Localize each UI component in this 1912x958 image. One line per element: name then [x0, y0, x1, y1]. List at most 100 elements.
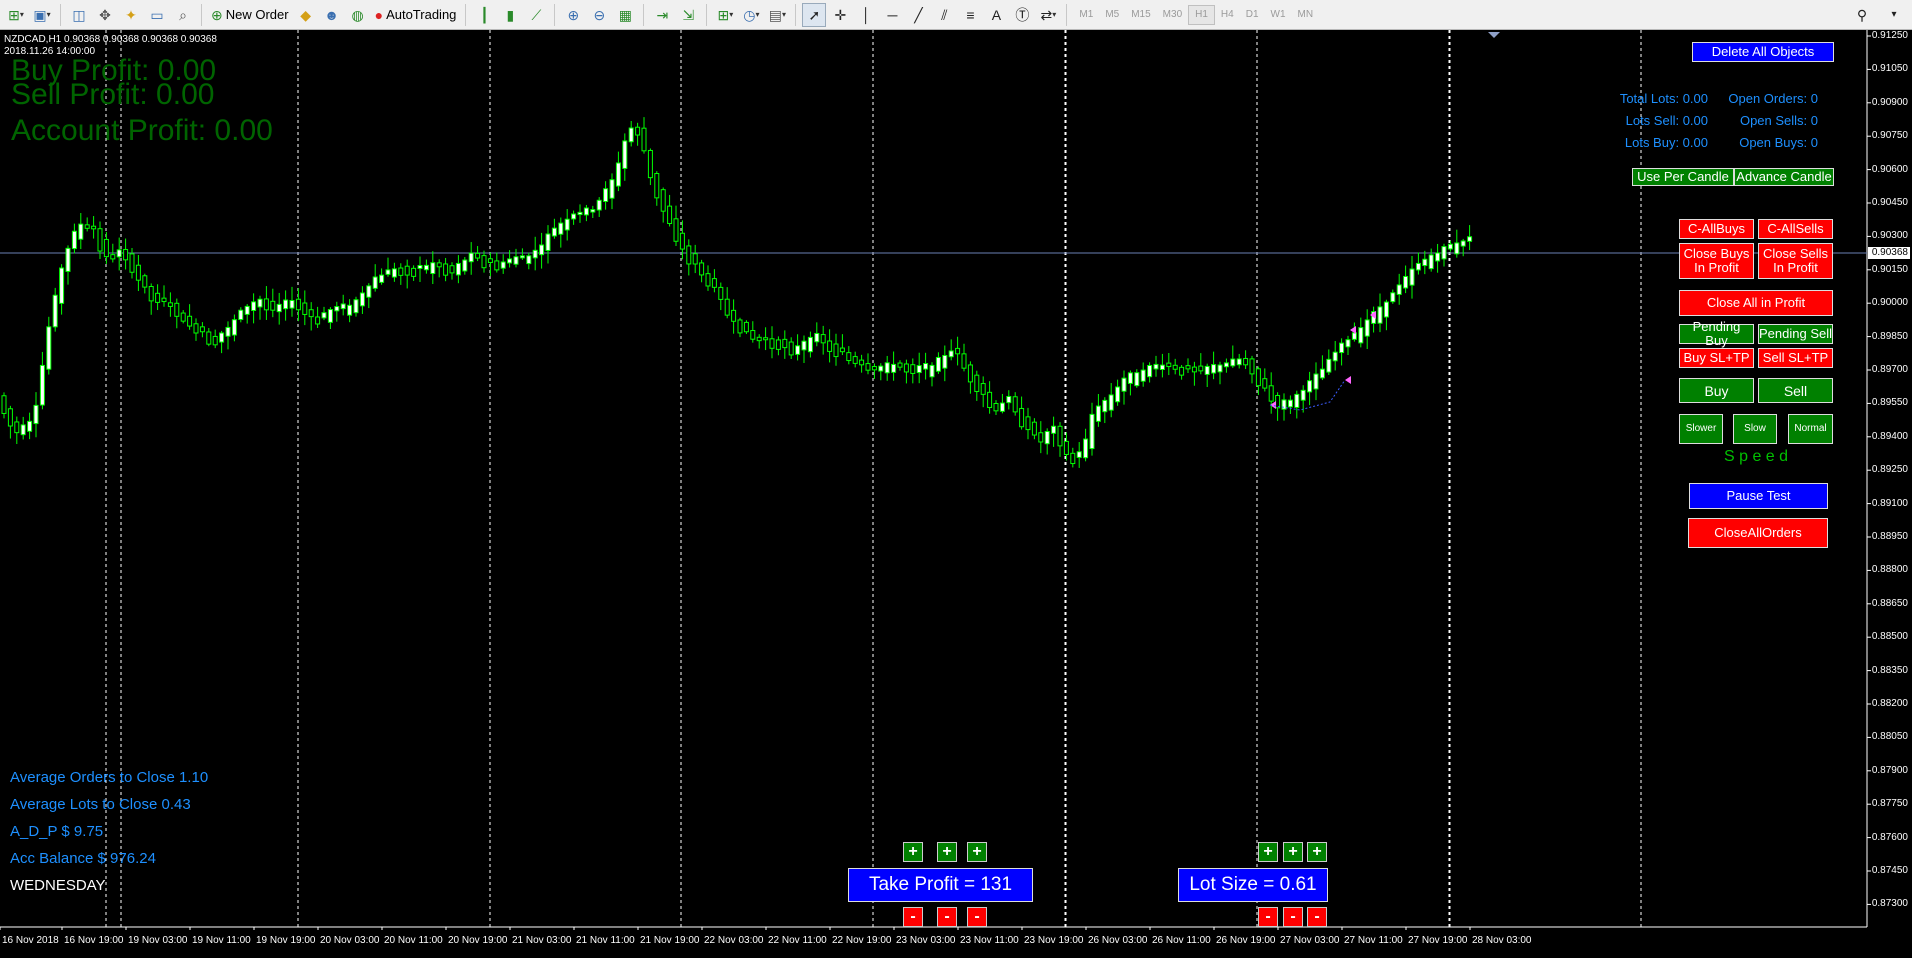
lot-size-minus-button[interactable]: -: [1258, 907, 1278, 927]
chevron-down-icon[interactable]: ▾: [1882, 3, 1906, 27]
take-profit-plus-button[interactable]: +: [967, 842, 987, 862]
timeframe-m30[interactable]: M30: [1157, 5, 1188, 25]
take-profit-minus-button[interactable]: -: [937, 907, 957, 927]
price-chart[interactable]: NZDCAD,H1 0.90368 0.90368 0.90368 0.9036…: [0, 30, 1912, 958]
timeframe-w1[interactable]: W1: [1265, 5, 1292, 25]
total-lots-label: Total Lots: 0.00: [1619, 91, 1708, 106]
speed-slower-button[interactable]: Slower: [1679, 414, 1723, 444]
chart-shift-icon[interactable]: ⇥: [650, 3, 674, 27]
candle-body: [1249, 358, 1255, 375]
lot-size-plus-button[interactable]: +: [1258, 842, 1278, 862]
cursor-icon[interactable]: ➚: [802, 2, 827, 27]
buy-button[interactable]: Buy: [1679, 378, 1754, 403]
fibonacci-icon[interactable]: ≡: [958, 3, 982, 27]
take-profit-minus-button[interactable]: -: [967, 907, 987, 927]
vertical-line-icon[interactable]: │: [854, 3, 878, 27]
sell-button[interactable]: Sell: [1758, 378, 1833, 403]
candle-body: [1051, 425, 1057, 434]
candle-body: [545, 233, 551, 251]
buy-sl-tp-button[interactable]: Buy SL+TP: [1679, 348, 1754, 368]
zoom-in-icon[interactable]: ⊕: [561, 3, 585, 27]
timeframe-m1[interactable]: M1: [1073, 5, 1099, 25]
search-icon[interactable]: ⚲: [1850, 3, 1874, 27]
candle-body: [398, 267, 404, 276]
crosshair-icon[interactable]: ✛: [828, 3, 852, 27]
lot-size-plus-button[interactable]: +: [1283, 842, 1303, 862]
candlestick-chart[interactable]: [0, 30, 1912, 958]
time-axis-label: 21 Nov 03:00: [512, 935, 572, 946]
new-order-button[interactable]: ⊕ New Order: [208, 3, 292, 27]
close-all-buys-button[interactable]: C-AllBuys: [1679, 219, 1754, 239]
timeframe-m15[interactable]: M15: [1125, 5, 1156, 25]
close-buys-in-profit-button[interactable]: Close Buys In Profit: [1679, 243, 1754, 279]
timeframe-h1[interactable]: H1: [1188, 4, 1215, 25]
new-chart-icon[interactable]: ⊞ ▾: [4, 3, 28, 27]
trendline-icon[interactable]: ╱: [906, 3, 930, 27]
zoom-out-icon[interactable]: ⊖: [587, 3, 611, 27]
tile-windows-icon[interactable]: ▦: [613, 3, 637, 27]
take-profit-plus-button[interactable]: +: [903, 842, 923, 862]
timeframe-m5[interactable]: M5: [1099, 5, 1125, 25]
market-icon[interactable]: ◍: [346, 3, 370, 27]
pending-buy-button[interactable]: Pending Buy: [1679, 320, 1754, 348]
pending-sell-button[interactable]: Pending Sell: [1758, 324, 1833, 344]
delete-all-objects-button[interactable]: Delete All Objects: [1692, 42, 1834, 62]
terminal-icon[interactable]: ▭: [145, 3, 169, 27]
price-axis-label: 0.87750: [1871, 798, 1908, 810]
candle-body: [1441, 246, 1447, 260]
pause-test-button[interactable]: Pause Test: [1689, 483, 1828, 509]
candle-body: [1294, 393, 1300, 408]
navigator-icon[interactable]: ✦: [119, 3, 143, 27]
candle-body: [1332, 351, 1338, 362]
candle-body: [955, 347, 961, 355]
candle-body: [865, 363, 871, 371]
text-icon[interactable]: A: [984, 3, 1008, 27]
equidistant-channel-icon[interactable]: ⫽: [932, 3, 956, 27]
lot-size-minus-button[interactable]: -: [1307, 907, 1327, 927]
timeframe-d1[interactable]: D1: [1240, 5, 1265, 25]
account-profit-label: Account Profit: 0.00: [11, 114, 273, 147]
speed-normal-button[interactable]: Normal: [1788, 414, 1833, 444]
strategy-tester-icon[interactable]: ⌕: [171, 3, 195, 27]
indicators-icon[interactable]: ⊞ ▾: [713, 3, 737, 27]
price-axis-label: 0.90150: [1871, 263, 1908, 275]
candle-body: [1185, 365, 1191, 370]
close-all-orders-button[interactable]: CloseAllOrders: [1688, 518, 1828, 548]
lot-size-plus-button[interactable]: +: [1307, 842, 1327, 862]
candle-body: [935, 356, 941, 372]
profiles-icon[interactable]: ▣ ▾: [30, 3, 54, 27]
toolbar-separator: [465, 3, 467, 26]
horizontal-line-icon[interactable]: ─: [880, 3, 904, 27]
candle-body: [1025, 416, 1031, 431]
speed-slow-button[interactable]: Slow: [1733, 414, 1777, 444]
signals-icon[interactable]: ☻: [320, 3, 344, 27]
autoscroll-icon[interactable]: ⇲: [676, 3, 700, 27]
candle-body: [1031, 421, 1037, 436]
candle-body: [20, 424, 26, 436]
close-all-sells-button[interactable]: C-AllSells: [1758, 219, 1833, 239]
periods-icon[interactable]: ◷ ▾: [739, 3, 763, 27]
candlesticks-icon[interactable]: ▮: [498, 3, 522, 27]
line-chart-icon[interactable]: ⟋: [524, 3, 548, 27]
text-label-icon[interactable]: Ⓣ: [1010, 3, 1034, 27]
arrows-icon[interactable]: ⇄ ▾: [1036, 3, 1060, 27]
data-window-icon[interactable]: ✥: [93, 3, 117, 27]
take-profit-display: Take Profit = 131: [848, 868, 1033, 902]
metaeditor-icon[interactable]: ◆: [294, 3, 318, 27]
use-per-candle-button[interactable]: Use Per Candle: [1632, 168, 1734, 186]
take-profit-minus-button[interactable]: -: [903, 907, 923, 927]
bar-chart-icon[interactable]: ┃: [472, 3, 496, 27]
templates-icon[interactable]: ▤ ▾: [765, 3, 789, 27]
candle-body: [948, 350, 954, 358]
sell-sl-tp-button[interactable]: Sell SL+TP: [1758, 348, 1833, 368]
advance-candle-button[interactable]: Advance Candle: [1734, 168, 1834, 186]
market-watch-icon[interactable]: ◫: [67, 3, 91, 27]
timeframe-h4[interactable]: H4: [1215, 5, 1240, 25]
autotrading-button[interactable]: ● AutoTrading: [372, 3, 460, 27]
take-profit-plus-button[interactable]: +: [937, 842, 957, 862]
close-sells-in-profit-button[interactable]: Close Sells In Profit: [1758, 243, 1833, 279]
timeframe-mn[interactable]: MN: [1292, 5, 1320, 25]
close-all-in-profit-button[interactable]: Close All in Profit: [1679, 290, 1833, 316]
lot-size-minus-button[interactable]: -: [1283, 907, 1303, 927]
candle-body: [884, 362, 890, 374]
